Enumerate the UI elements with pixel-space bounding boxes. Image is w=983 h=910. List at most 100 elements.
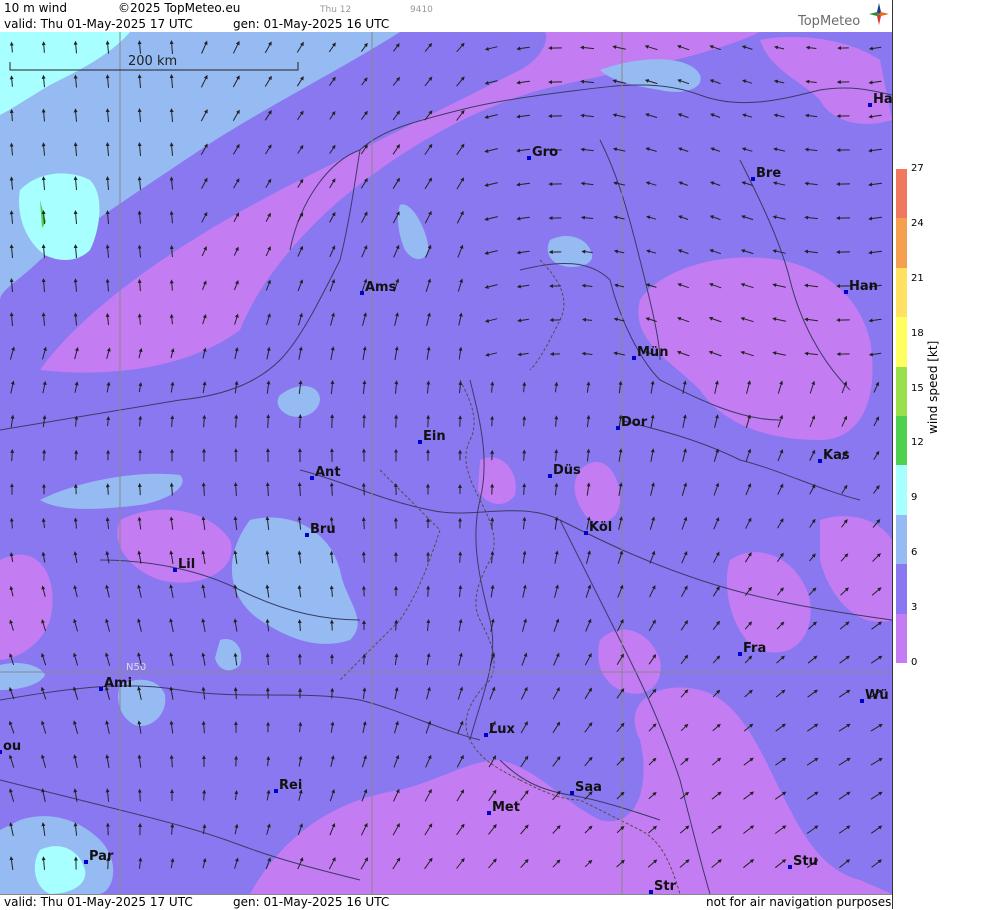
city-dot	[868, 103, 872, 107]
city-dot	[751, 177, 755, 181]
city-marker: Mün	[632, 345, 668, 360]
city-dot	[360, 291, 364, 295]
city-marker: Köl	[584, 520, 612, 535]
color-scale-tick: 27	[911, 164, 924, 174]
product-code: 9410	[410, 3, 433, 17]
color-scale-segment	[896, 465, 907, 514]
city-dot	[860, 699, 864, 703]
wind-arrow	[364, 519, 365, 529]
city-marker: Met	[487, 800, 520, 815]
wind-arrow	[364, 485, 365, 496]
city-marker: Par	[84, 849, 114, 864]
city-marker: Bru	[305, 522, 336, 537]
city-marker: Rei	[274, 778, 302, 793]
city-label: Dor	[621, 415, 648, 430]
city-dot	[84, 860, 88, 864]
city-dot	[570, 791, 574, 795]
time-slot: Thu 12	[320, 3, 351, 17]
wind-arrow	[332, 690, 333, 699]
color-scale-segment	[896, 564, 907, 613]
color-scale-tick: 24	[911, 219, 924, 229]
city-marker: Kas	[818, 448, 850, 463]
wind-arrow	[268, 416, 269, 428]
color-scale-segment	[896, 169, 907, 218]
wind-arrow	[108, 485, 109, 494]
wind-arrow	[140, 791, 141, 802]
city-dot	[310, 476, 314, 480]
city-dot	[788, 865, 792, 869]
wind-arrow	[204, 792, 205, 801]
color-scale-segment	[896, 218, 907, 267]
wind-arrow	[396, 622, 397, 631]
city-label: ou	[3, 739, 21, 754]
color-scale-tick: 3	[911, 603, 917, 613]
city-dot	[738, 652, 742, 656]
wind-map: N50 200 km HaGroBreAmsHanMünEinDorKasAnt…	[0, 32, 892, 894]
city-label: Ami	[104, 676, 132, 691]
city-label: Saa	[575, 780, 602, 795]
color-scale-tick: 21	[911, 274, 924, 284]
color-scale-bar	[896, 169, 907, 663]
color-scale-segment	[896, 317, 907, 366]
copyright: ©2025 TopMeteo.eu	[118, 1, 240, 15]
color-scale-segment	[896, 614, 907, 663]
city-label: Kas	[823, 448, 850, 463]
city-label: Gro	[532, 145, 558, 160]
city-label: Bru	[310, 522, 336, 537]
color-scale-tick: 6	[911, 548, 917, 558]
valid-time: valid: Thu 01-May-2025 17 UTC	[4, 17, 193, 31]
city-marker: Saa	[570, 780, 602, 795]
city-dot	[274, 789, 278, 793]
city-label: Wü	[865, 688, 889, 703]
city-marker: Fra	[738, 641, 766, 656]
legend-title: wind speed [kt]	[926, 341, 940, 434]
city-label: Bre	[756, 166, 781, 181]
logo-text: TopMeteo	[798, 15, 860, 29]
city-marker: Lux	[484, 722, 516, 737]
legend-panel: 2724211815129630	[892, 0, 983, 909]
city-marker: Dor	[616, 415, 648, 430]
color-scale-segment	[896, 367, 907, 416]
city-marker: Ams	[360, 280, 397, 295]
city-dot	[844, 290, 848, 294]
city-label: Ein	[423, 429, 446, 444]
footer-generated-time: gen: 01-May-2025 16 UTC	[233, 896, 389, 909]
city-label: Ant	[315, 465, 341, 480]
city-dot	[487, 811, 491, 815]
city-dot	[616, 426, 620, 430]
generated-time: gen: 01-May-2025 16 UTC	[233, 17, 389, 31]
footer-valid-time: valid: Thu 01-May-2025 17 UTC	[4, 896, 193, 909]
color-scale-tick: 15	[911, 384, 924, 394]
wind-arrow	[140, 485, 141, 495]
city-label: Ams	[365, 280, 397, 295]
city-marker: Bre	[751, 166, 781, 181]
wind-arrow	[492, 519, 493, 529]
color-scale-tick: 0	[911, 658, 917, 668]
city-dot	[818, 459, 822, 463]
city-dot	[99, 687, 103, 691]
city-marker: Ein	[418, 429, 446, 444]
city-dot	[548, 474, 552, 478]
color-scale-tick: 18	[911, 329, 924, 339]
city-label: Str	[654, 879, 677, 894]
city-dot	[418, 440, 422, 444]
color-scale-tick: 9	[911, 493, 917, 503]
wind-arrow	[524, 418, 525, 426]
city-marker: Gro	[527, 145, 558, 160]
city-dot	[632, 356, 636, 360]
city-label: Met	[492, 800, 520, 815]
city-label: Han	[849, 279, 878, 294]
city-dot	[0, 750, 2, 754]
wind-arrow	[524, 485, 525, 495]
map-header: 10 m wind ©2025 TopMeteo.eu Thu 12 9410 …	[0, 0, 892, 32]
city-dot	[584, 531, 588, 535]
city-marker: Wü	[860, 688, 889, 703]
wind-arrow	[236, 416, 237, 427]
city-label: Lux	[489, 722, 516, 737]
grid-label: N50	[126, 662, 146, 673]
city-marker: Stu	[788, 854, 818, 869]
city-label: Stu	[793, 854, 818, 869]
city-label: Köl	[589, 520, 612, 535]
wind-arrow	[460, 553, 461, 562]
wind-arrow	[12, 451, 13, 461]
